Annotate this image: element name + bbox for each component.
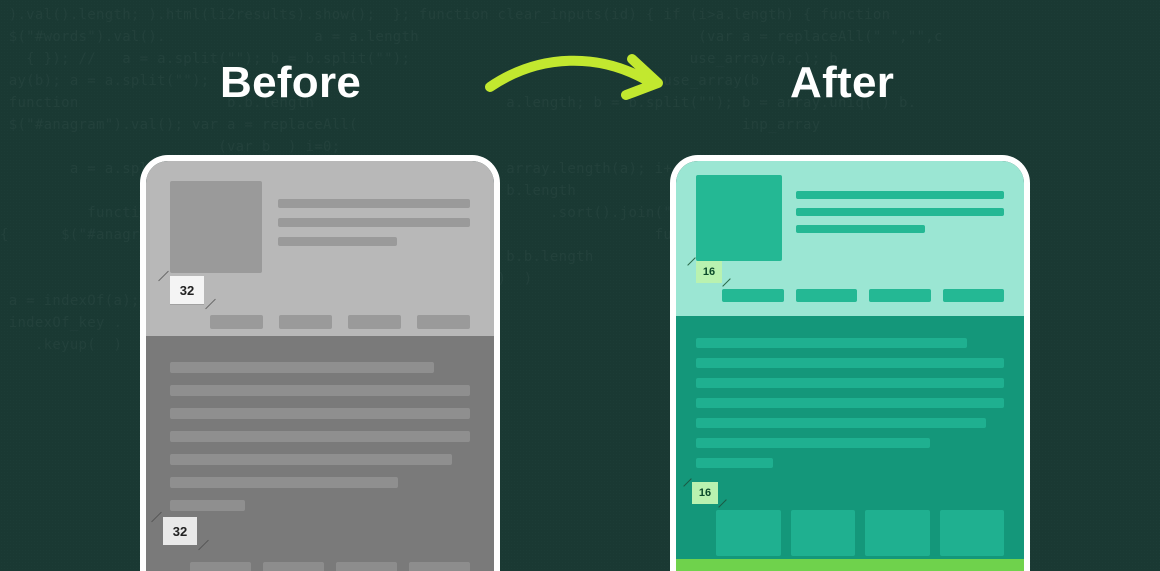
- meta-line: [278, 218, 470, 227]
- spacing-badge-body: 16: [692, 482, 718, 504]
- body-line: [170, 385, 470, 396]
- after-mockup: 16 16: [670, 155, 1030, 571]
- pill: [722, 289, 784, 302]
- body-line: [696, 458, 773, 468]
- body-line: [170, 477, 398, 488]
- meta-line: [278, 199, 470, 208]
- card-placeholder: [791, 510, 856, 556]
- pill: [869, 289, 931, 302]
- card-placeholder: [263, 562, 324, 571]
- pill: [279, 315, 332, 329]
- after-title: After: [790, 58, 894, 108]
- spacing-badge-hero: 16: [696, 261, 722, 283]
- spacing-badge-body: 32: [163, 517, 197, 545]
- body-line: [696, 398, 1004, 408]
- pill: [210, 315, 263, 329]
- body-line: [696, 378, 1004, 388]
- after-hero: 16: [676, 161, 1024, 316]
- body-line: [696, 338, 967, 348]
- comparison-stage: Before After 32: [0, 0, 1160, 571]
- card-row: [716, 510, 1004, 556]
- after-body: 16: [676, 316, 1024, 571]
- after-footer-strip: [676, 559, 1024, 571]
- before-body: [146, 336, 494, 571]
- pill: [348, 315, 401, 329]
- card-placeholder: [409, 562, 470, 571]
- body-line: [696, 438, 930, 448]
- meta-line: [278, 237, 397, 246]
- body-line: [170, 454, 452, 465]
- arrow-icon: [480, 45, 670, 115]
- meta-line: [796, 208, 1004, 216]
- body-line: [170, 362, 434, 373]
- pill-row: [210, 315, 470, 329]
- body-line: [696, 418, 986, 428]
- pill: [417, 315, 470, 329]
- meta-line: [796, 225, 925, 233]
- spacing-badge-hero: 32: [170, 276, 204, 304]
- body-line: [696, 358, 1004, 368]
- meta-lines: [278, 199, 470, 256]
- body-line: [170, 408, 470, 419]
- avatar-placeholder: [696, 175, 782, 261]
- before-mockup: 32: [140, 155, 500, 571]
- body-line: [170, 431, 470, 442]
- card-placeholder: [716, 510, 781, 556]
- before-hero: 32: [146, 161, 494, 336]
- card-placeholder: [190, 562, 251, 571]
- meta-line: [796, 191, 1004, 199]
- card-row: [190, 562, 470, 571]
- pill: [943, 289, 1005, 302]
- avatar-placeholder: [170, 181, 262, 273]
- body-line: [170, 500, 245, 511]
- card-placeholder: [940, 510, 1005, 556]
- pill-row: [722, 289, 1004, 302]
- card-placeholder: [336, 562, 397, 571]
- meta-lines: [796, 191, 1004, 242]
- card-placeholder: [865, 510, 930, 556]
- before-title: Before: [220, 58, 361, 108]
- pill: [796, 289, 858, 302]
